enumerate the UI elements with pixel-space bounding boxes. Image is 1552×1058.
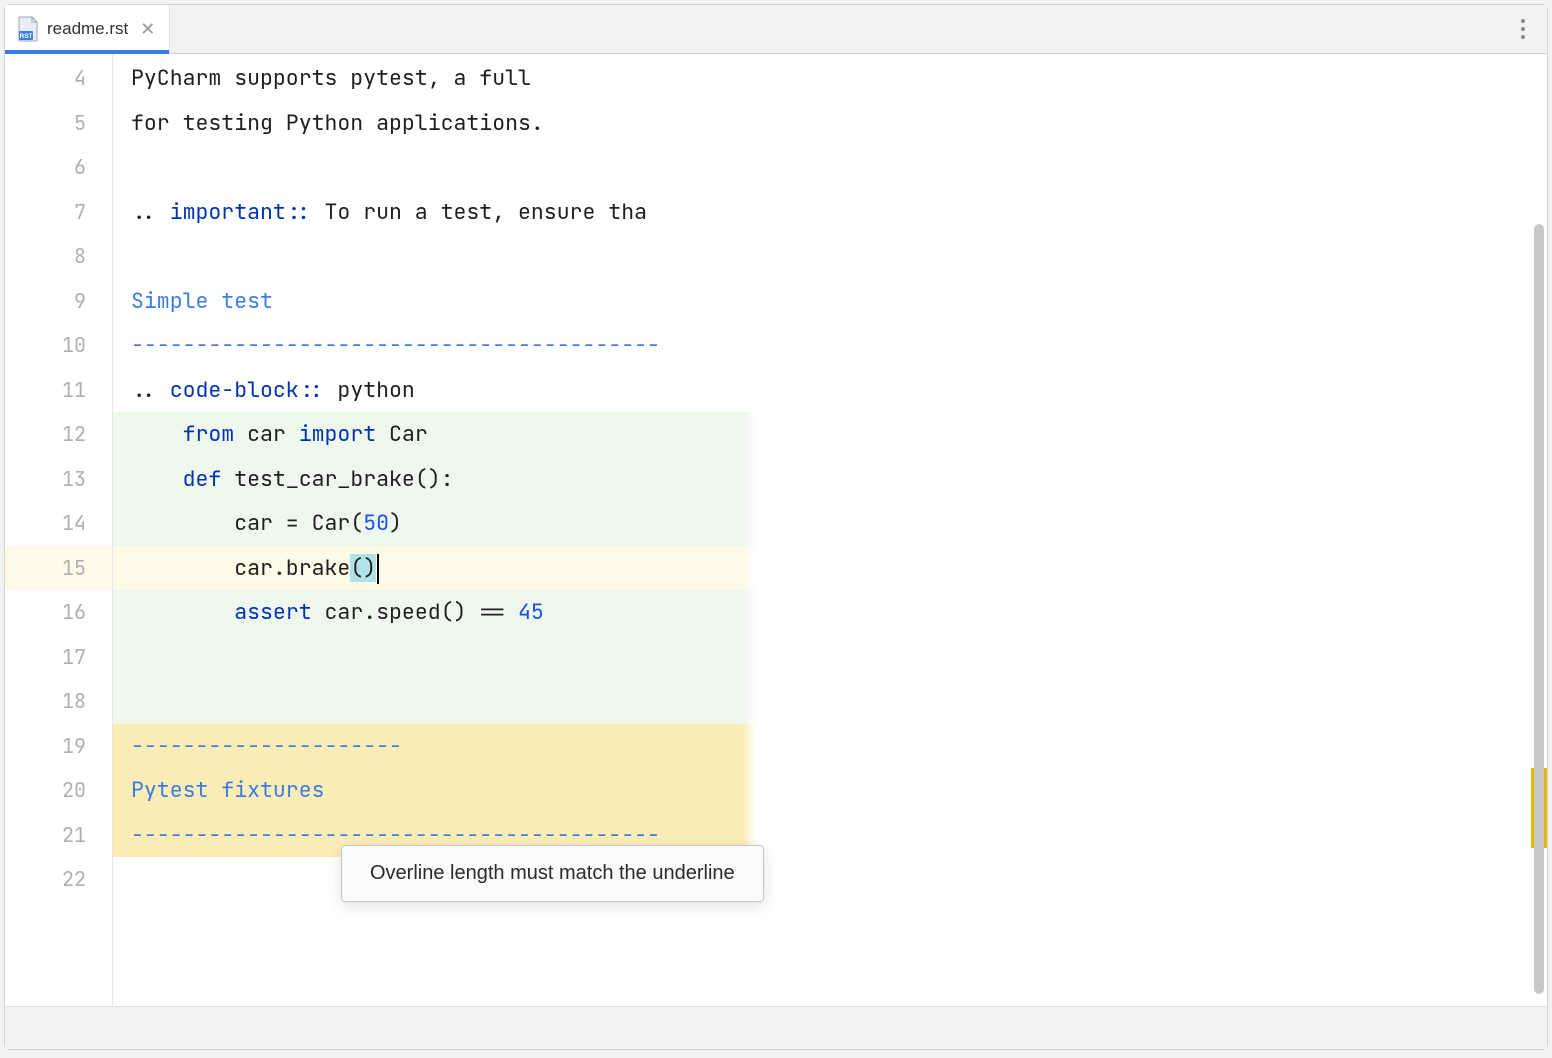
code-editor[interactable]: PyCharm supports pytest, a fullfor testi… <box>113 54 1547 1006</box>
line-number: 10 <box>5 323 112 368</box>
inspection-tooltip: Overline length must match the underline <box>341 845 764 902</box>
tooltip-text: Overline length must match the underline <box>370 862 735 884</box>
line-number: 13 <box>5 457 112 502</box>
line-number: 19 <box>5 724 112 769</box>
line-number: 18 <box>5 679 112 724</box>
status-bar <box>5 1006 1547 1049</box>
line-number: 22 <box>5 857 112 902</box>
line-number: 12 <box>5 412 112 457</box>
line-number: 21 <box>5 813 112 858</box>
svg-text:RST: RST <box>20 33 33 40</box>
line-number: 8 <box>5 234 112 279</box>
rst-file-icon: RST <box>17 16 39 42</box>
line-number: 7 <box>5 190 112 235</box>
tab-label: readme.rst <box>47 19 128 39</box>
line-number: 15 <box>5 546 112 591</box>
line-number: 4 <box>5 56 112 101</box>
editor-window: RST readme.rst ✕ 45678910111213141516171… <box>4 4 1548 1050</box>
line-number: 5 <box>5 101 112 146</box>
tab-readme-rst[interactable]: RST readme.rst ✕ <box>5 5 170 53</box>
tab-bar: RST readme.rst ✕ <box>5 5 1547 54</box>
line-number: 11 <box>5 368 112 413</box>
scrollbar-thumb[interactable] <box>1534 224 1544 994</box>
line-number: 6 <box>5 145 112 190</box>
error-stripe[interactable] <box>1531 54 1547 1006</box>
more-actions-icon[interactable] <box>1509 15 1537 43</box>
close-icon[interactable]: ✕ <box>140 19 155 40</box>
line-number: 17 <box>5 635 112 680</box>
editor-area: 45678910111213141516171819202122 PyCharm… <box>5 54 1547 1006</box>
text-caret <box>377 554 379 584</box>
line-number: 9 <box>5 279 112 324</box>
line-number: 16 <box>5 590 112 635</box>
line-number: 20 <box>5 768 112 813</box>
line-number-gutter: 45678910111213141516171819202122 <box>5 54 113 1006</box>
line-number: 14 <box>5 501 112 546</box>
